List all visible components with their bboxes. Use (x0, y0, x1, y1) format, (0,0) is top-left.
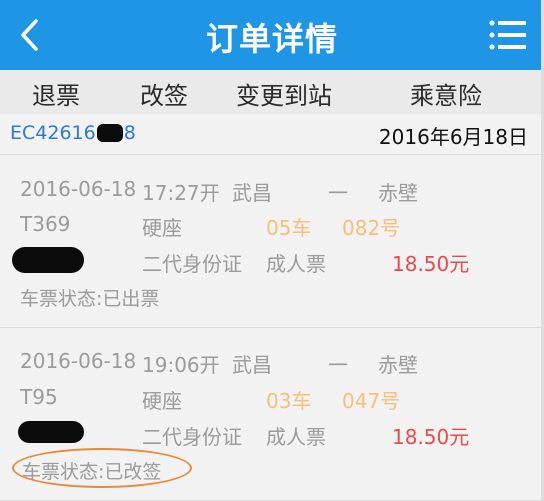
app-header: 订单详情 (0, 0, 544, 70)
departure-time: 17:27开 (142, 181, 220, 205)
list-menu-icon (489, 20, 526, 50)
train-number: T95 (20, 385, 58, 409)
status-highlight-circle (12, 448, 192, 488)
seat-number: 082号 (342, 216, 401, 240)
to-station: 赤壁 (378, 181, 418, 205)
insurance-button[interactable]: 乘意险 (410, 76, 482, 111)
ticket-date: 2016-06-18 (20, 177, 137, 201)
change-station-button[interactable]: 变更到站 (236, 76, 332, 111)
train-number: T369 (20, 212, 71, 236)
order-number: EC42616 8 (10, 122, 136, 144)
from-station: 武昌 (232, 181, 272, 205)
from-station: 武昌 (232, 353, 272, 377)
seat-number: 047号 (342, 389, 401, 413)
ticket-type: 成人票 (266, 425, 326, 449)
refund-button[interactable]: 退票 (32, 76, 80, 111)
order-number-start: EC42616 (10, 122, 96, 144)
ticket-date: 2016-06-18 (20, 349, 137, 373)
redaction-mark (96, 124, 123, 142)
order-date: 2016年6月18日 (378, 125, 528, 149)
change-ticket-button[interactable]: 改签 (140, 76, 188, 111)
id-type: 二代身份证 (142, 252, 242, 276)
seat-type: 硬座 (142, 389, 182, 413)
order-number-end: 8 (123, 122, 136, 144)
car-number: 05车 (266, 216, 312, 240)
menu-button[interactable] (488, 18, 528, 52)
route-dash: 一 (328, 181, 348, 205)
to-station: 赤壁 (378, 353, 418, 377)
seat-type: 硬座 (142, 216, 182, 240)
action-bar: 退票 改签 变更到站 乘意险 (0, 70, 544, 115)
route-dash: 一 (328, 353, 348, 377)
ticket-status: 车票状态:已出票 (20, 288, 160, 310)
car-number: 03车 (266, 389, 312, 413)
ticket-price: 18.50元 (392, 252, 470, 276)
ticket-type: 成人票 (266, 252, 326, 276)
ticket-price: 18.50元 (392, 425, 470, 449)
id-type: 二代身份证 (142, 425, 242, 449)
order-info: EC42616 8 2016年6月18日 (0, 114, 544, 155)
departure-time: 19:06开 (142, 353, 220, 377)
ticket-card[interactable]: 2016-06-18 17:27开 武昌 一 赤壁 T369 硬座 05车 08… (0, 155, 544, 328)
page-title: 订单详情 (205, 20, 338, 58)
redacted-passenger-name (18, 421, 84, 443)
redacted-passenger-name (12, 247, 84, 273)
